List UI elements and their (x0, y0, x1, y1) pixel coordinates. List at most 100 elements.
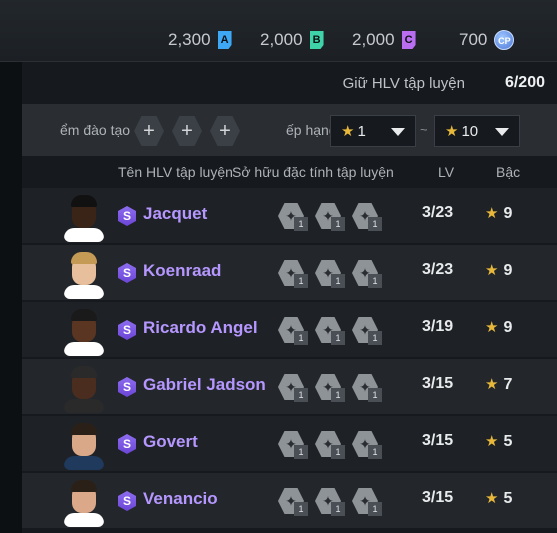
star-icon: ★ (485, 319, 499, 336)
trait-level: 1 (331, 445, 345, 459)
trait-level: 1 (368, 274, 382, 288)
coach-lv: 3/15 (422, 432, 454, 449)
star-icon: ★ (445, 123, 459, 140)
star-icon: ★ (485, 490, 499, 507)
coach-row[interactable]: S Venancio ✦ 1 ✦ 1 ✦ 1 3/15 ★ 5 (22, 473, 557, 528)
coach-row[interactable]: S Ricardo Angel ✦ 1 ✦ 1 ✦ 1 3/19 ★ 9 (22, 302, 557, 357)
coach-row[interactable]: S Gabriel Jadson ✦ 1 ✦ 1 ✦ 1 3/15 ★ 7 (22, 359, 557, 414)
chevron-down-icon (495, 128, 509, 136)
trait-slot[interactable]: ✦ 1 (352, 260, 382, 288)
star-icon: ★ (485, 433, 499, 450)
trait-level: 1 (331, 502, 345, 516)
column-traits[interactable]: Sở hữu đặc tính tập luyện (232, 164, 394, 180)
coach-rank: ★ 9 (485, 204, 512, 223)
trait-slot[interactable]: ✦ 1 (278, 374, 308, 402)
trait-slot[interactable]: ✦ 1 (278, 317, 308, 345)
coach-name: Govert (143, 432, 198, 451)
star-icon: ★ (485, 376, 499, 393)
coach-rank: ★ 9 (485, 318, 512, 337)
trait-slot[interactable]: ✦ 1 (315, 260, 345, 288)
currency-a: 2,300 A (168, 26, 232, 54)
add-slot-button-1[interactable]: + (134, 116, 164, 146)
coach-name: Jacquet (143, 204, 208, 223)
trait-level: 1 (294, 388, 308, 402)
rank-from-select[interactable]: ★ 1 (330, 115, 416, 147)
coach-name: Ricardo Angel (143, 318, 258, 337)
trait-slot[interactable]: ✦ 1 (315, 203, 345, 231)
trait-level: 1 (294, 502, 308, 516)
coach-rank-value: 9 (503, 262, 513, 279)
trait-slot[interactable]: ✦ 1 (352, 374, 382, 402)
coach-portrait (64, 420, 104, 470)
trait-level: 1 (294, 274, 308, 288)
column-lv[interactable]: LV (438, 164, 454, 180)
trait-level: 1 (368, 388, 382, 402)
trait-slot[interactable]: ✦ 1 (352, 317, 382, 345)
coach-portrait (64, 477, 104, 527)
coach-rank: ★ 5 (485, 489, 512, 508)
rank-to-select[interactable]: ★ 10 (434, 115, 520, 147)
coach-rank: ★ 5 (485, 432, 512, 451)
add-slot-button-3[interactable]: + (210, 116, 240, 146)
trait-slot[interactable]: ✦ 1 (278, 203, 308, 231)
coach-name: Koenraad (143, 261, 222, 280)
currency-bar: 2,300 A 2,000 B 2,000 C 700 CP (0, 0, 557, 62)
trait-level: 1 (331, 331, 345, 345)
coach-row[interactable]: S Govert ✦ 1 ✦ 1 ✦ 1 3/15 ★ 5 (22, 416, 557, 471)
trait-level: 1 (331, 274, 345, 288)
trait-level: 1 (294, 217, 308, 231)
coach-lv: 3/23 (422, 204, 454, 221)
trait-level: 1 (294, 445, 308, 459)
grade-badge: S (118, 491, 136, 511)
trait-slot[interactable]: ✦ 1 (315, 431, 345, 459)
coach-rank: ★ 9 (485, 261, 512, 280)
coach-rank-value: 7 (503, 376, 513, 393)
trait-slot[interactable]: ✦ 1 (352, 203, 382, 231)
coach-name: Venancio (143, 489, 218, 508)
grade-badge: S (118, 320, 136, 340)
trait-slot[interactable]: ✦ 1 (352, 431, 382, 459)
currency-c-value: 2,000 (352, 30, 395, 49)
hold-count: 6/200 (504, 74, 545, 91)
currency-cp: 700 CP (459, 26, 515, 54)
rank-to-value: 10 (461, 122, 479, 140)
column-rank[interactable]: Bậc (496, 164, 520, 180)
currency-c: 2,000 C (352, 26, 416, 54)
column-name[interactable]: Tên HLV tập luyện (118, 164, 233, 180)
currency-b: 2,000 B (260, 26, 324, 54)
coach-row[interactable]: S Jacquet ✦ 1 ✦ 1 ✦ 1 3/23 ★ 9 (22, 188, 557, 243)
trait-level: 1 (368, 502, 382, 516)
trait-level: 1 (368, 217, 382, 231)
coach-lv: 3/15 (422, 375, 454, 392)
filter-bar: ểm đào tạo + + + ếp hạng ★ 1 ~ ★ 10 (22, 104, 557, 156)
chevron-down-icon (391, 128, 405, 136)
currency-a-icon: A (217, 31, 232, 49)
coach-row[interactable]: S Koenraad ✦ 1 ✦ 1 ✦ 1 3/23 ★ 9 (22, 245, 557, 300)
grade-badge: S (118, 377, 136, 397)
currency-b-icon: B (309, 31, 324, 49)
trait-slot[interactable]: ✦ 1 (278, 431, 308, 459)
trait-slot[interactable]: ✦ 1 (315, 488, 345, 516)
trait-slot[interactable]: ✦ 1 (315, 317, 345, 345)
trait-slot[interactable]: ✦ 1 (352, 488, 382, 516)
currency-a-value: 2,300 (168, 30, 211, 49)
coach-portrait (64, 249, 104, 299)
coach-lv: 3/23 (422, 261, 454, 278)
star-icon: ★ (485, 205, 499, 222)
coach-lv: 3/19 (422, 318, 454, 335)
coach-name: Gabriel Jadson (143, 375, 266, 394)
training-points-label: ểm đào tạo (60, 122, 131, 138)
coach-rank-value: 5 (503, 433, 513, 450)
trait-slot[interactable]: ✦ 1 (278, 260, 308, 288)
star-icon: ★ (341, 123, 355, 140)
add-slot-button-2[interactable]: + (172, 116, 202, 146)
range-separator: ~ (420, 122, 428, 137)
trait-slot[interactable]: ✦ 1 (278, 488, 308, 516)
hold-summary: Giữ HLV tập luyện 6/200 (22, 62, 557, 104)
coach-rank-value: 5 (503, 490, 513, 507)
table-header: Tên HLV tập luyện Sở hữu đặc tính tập lu… (22, 156, 557, 188)
trait-level: 1 (331, 388, 345, 402)
grade-badge: S (118, 263, 136, 283)
trait-slot[interactable]: ✦ 1 (315, 374, 345, 402)
grade-badge: S (118, 434, 136, 454)
